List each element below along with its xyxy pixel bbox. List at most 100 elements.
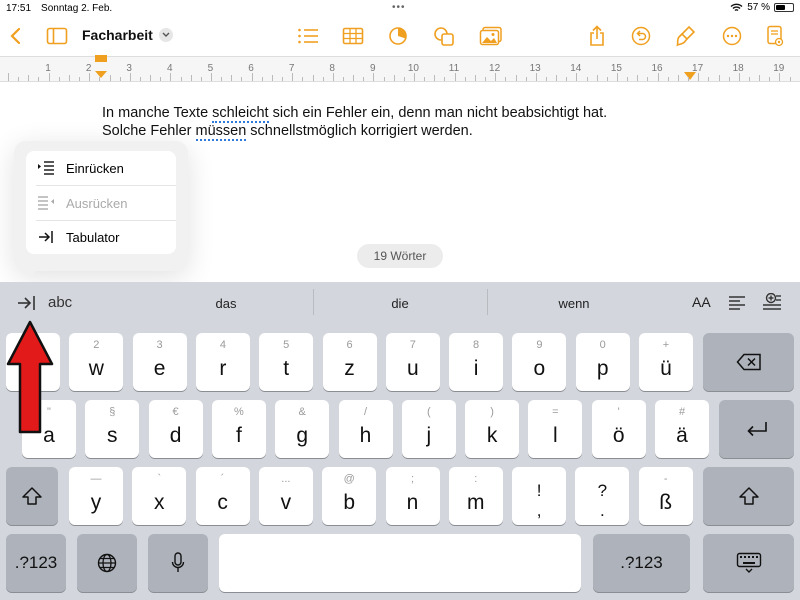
ruler-tick [627, 77, 629, 81]
suggestion-1[interactable]: das [216, 296, 237, 311]
insert-list-icon[interactable] [762, 292, 782, 316]
table-icon[interactable] [341, 24, 365, 48]
key-o[interactable]: 9o [512, 333, 567, 391]
shift-left-key[interactable] [6, 467, 58, 525]
key-h[interactable]: / h [338, 400, 393, 458]
key-v[interactable]: ... v [258, 467, 313, 525]
ruler-tick [657, 73, 659, 81]
key-secondary-char: / [363, 406, 368, 418]
numbers-key-label: .?123 [14, 553, 58, 572]
list-icon[interactable] [296, 24, 320, 48]
key-w[interactable]: 2w [69, 333, 124, 391]
menu-item-outdent[interactable]: Ausrücken [26, 186, 176, 220]
abc-label[interactable]: abc [48, 294, 72, 311]
return-key[interactable] [719, 400, 794, 458]
hide-keyboard-key[interactable] [703, 534, 794, 592]
undo-icon[interactable] [629, 24, 653, 48]
text-segment: sich ein Fehler ein, denn man nicht beab… [268, 105, 608, 121]
document-title[interactable]: Facharbeit [82, 27, 173, 43]
key-g[interactable]: & g [275, 400, 330, 458]
key-primary-char: r [219, 357, 227, 380]
key-b[interactable]: @ b [322, 467, 377, 525]
key-p[interactable]: 0p [575, 333, 630, 391]
ruler-tick [68, 75, 70, 81]
document-icon[interactable] [763, 24, 787, 48]
microphone-key[interactable] [148, 534, 208, 592]
suggestion-2[interactable]: die [391, 296, 408, 311]
media-icon[interactable] [479, 24, 503, 48]
key-e[interactable]: 3e [132, 333, 187, 391]
key-u[interactable]: 7u [385, 333, 440, 391]
document-body[interactable]: In manche Texte schleicht sich ein Fehle… [102, 104, 608, 141]
key-x[interactable]: ` x [132, 467, 187, 525]
key-j[interactable]: (j [401, 400, 456, 458]
key-c[interactable]: ´ c [195, 467, 250, 525]
numbers-key-right[interactable]: .?123 [593, 534, 690, 592]
align-left-icon[interactable] [728, 295, 746, 316]
suggestion-3[interactable]: wenn [558, 296, 589, 311]
word-count-badge[interactable]: 19 Wörter [357, 244, 443, 268]
spelling-error-word[interactable]: müssen [195, 123, 247, 141]
ruler-tick [515, 75, 517, 81]
key-primary-char: j [426, 424, 432, 447]
key-primary-char: ä [676, 424, 688, 447]
ruler[interactable]: 1 2 3 4 5 6 7 8 9 10 11 12 13 14 15 16 17 18 19 [0, 55, 800, 82]
multitasking-dots-icon[interactable]: ••• [392, 2, 406, 13]
key-primary-char: s [107, 424, 118, 447]
left-indent-marker-icon[interactable] [94, 55, 108, 79]
suggestion-bar: abc das die wenn AA [0, 282, 800, 324]
key-ü[interactable]: + ü [639, 333, 693, 391]
key-i[interactable]: 8i [449, 333, 504, 391]
menu-item-tab[interactable]: Tabulator [26, 220, 176, 254]
key-?[interactable]: ?. [575, 467, 630, 525]
shapes-icon[interactable] [432, 24, 456, 48]
paragraph-line-2: Solche Fehler müssen schnellstmöglich ko… [102, 122, 607, 141]
key-z[interactable]: 6z [322, 333, 377, 391]
key-s[interactable]: § s [85, 400, 140, 458]
ruler-tick [424, 77, 426, 81]
key-ß[interactable]: -ß [638, 467, 693, 525]
numbers-key-left[interactable]: .?123 [6, 534, 66, 592]
ruler-tick [200, 77, 202, 81]
ruler-tick [485, 77, 487, 81]
key-m[interactable]: :m [448, 467, 503, 525]
key-y[interactable]: — y [69, 467, 123, 525]
chart-icon[interactable] [386, 24, 410, 48]
delete-key[interactable] [703, 333, 794, 391]
key-f[interactable]: % f [211, 400, 266, 458]
more-icon[interactable] [720, 24, 744, 48]
ruler-tick [58, 77, 60, 81]
text-size-button[interactable]: AA [692, 294, 711, 310]
key-ö[interactable]: ' ö [591, 400, 646, 458]
ruler-tick [474, 75, 476, 81]
ruler-tick [393, 75, 395, 81]
suggestion-divider [487, 289, 488, 315]
share-icon[interactable] [585, 24, 609, 48]
key-t[interactable]: 5t [259, 333, 314, 391]
back-chevron-icon[interactable] [4, 24, 28, 48]
title-chevron-down-icon[interactable] [158, 28, 173, 42]
sidebar-icon[interactable] [45, 24, 69, 48]
key-secondary-char: ' [617, 406, 620, 418]
shift-right-key[interactable] [703, 467, 794, 525]
key-l[interactable]: = l [528, 400, 583, 458]
key-![interactable]: !, [512, 467, 567, 525]
space-key[interactable] [219, 534, 581, 592]
ruler-tick [525, 77, 527, 81]
spelling-error-word[interactable]: schleicht [212, 105, 269, 123]
ruler-tick [596, 75, 598, 81]
key-primary-char: i [473, 357, 479, 380]
key-ä[interactable]: # ä [655, 400, 709, 458]
key-d[interactable]: € d [148, 400, 203, 458]
menu-item-indent[interactable]: Einrücken [26, 151, 176, 185]
key-secondary-char: — [90, 473, 102, 485]
tab-key-icon[interactable] [17, 295, 37, 316]
key-r[interactable]: 4r [195, 333, 250, 391]
ruler-tick [221, 77, 223, 81]
key-k[interactable]: ) k [465, 400, 520, 458]
globe-key[interactable] [77, 534, 137, 592]
key-n[interactable]: ; n [385, 467, 440, 525]
format-brush-icon[interactable] [674, 24, 698, 48]
key-secondary-char: 4 [219, 339, 226, 351]
ruler-tick [241, 77, 243, 81]
